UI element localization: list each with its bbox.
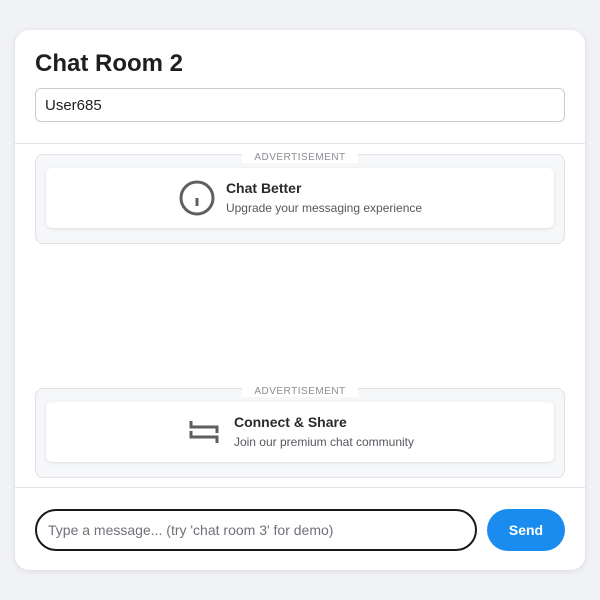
ad-label: ADVERTISEMENT	[242, 386, 358, 397]
chat-card: Chat Room 2 ADVERTISEMENT Chat Better Up…	[15, 30, 585, 570]
info-circle-icon	[178, 179, 216, 217]
ad-subtitle: Join our premium chat community	[233, 435, 415, 449]
message-list[interactable]: ADVERTISEMENT Chat Better Upgrade your m…	[15, 144, 585, 487]
advertisement-box-1: ADVERTISEMENT Chat Better Upgrade your m…	[35, 152, 565, 244]
chat-header: Chat Room 2	[15, 30, 585, 144]
username-input[interactable]	[35, 88, 565, 122]
ad-banner-chat-better[interactable]: Chat Better Upgrade your messaging exper…	[46, 168, 554, 228]
ad-subtitle: Upgrade your messaging experience	[225, 201, 423, 215]
message-composer: Send	[15, 487, 585, 570]
share-arrows-icon	[186, 413, 224, 451]
send-button[interactable]: Send	[487, 509, 565, 551]
ad-label: ADVERTISEMENT	[242, 152, 358, 163]
ad-banner-connect-share[interactable]: Connect & Share Join our premium chat co…	[46, 402, 554, 462]
page-title: Chat Room 2	[35, 50, 184, 77]
message-input[interactable]	[35, 509, 477, 551]
advertisement-box-2: ADVERTISEMENT Connect & Share Join our p…	[35, 386, 565, 478]
ad-title: Chat Better	[225, 180, 302, 196]
ad-title: Connect & Share	[233, 414, 347, 430]
